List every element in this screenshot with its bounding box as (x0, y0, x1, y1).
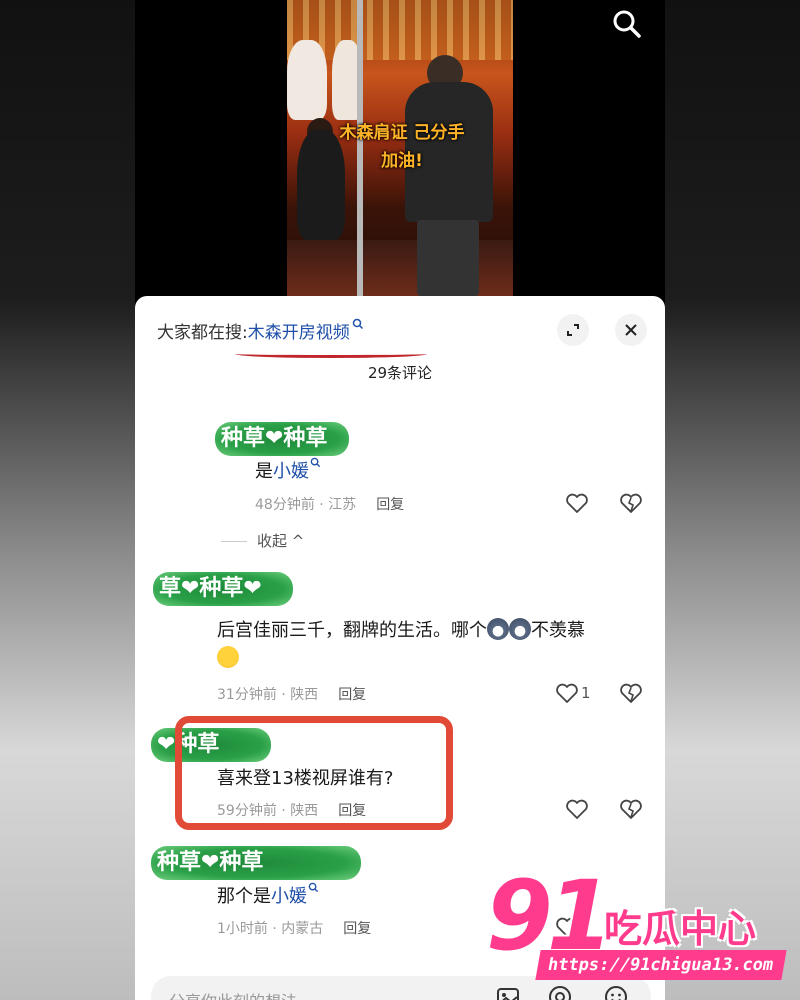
reply-button[interactable]: 回复 (338, 687, 366, 703)
background-left (0, 0, 135, 1000)
comment-location: 内蒙古 (281, 921, 324, 937)
dislike-icon[interactable] (619, 492, 643, 514)
close-icon[interactable] (615, 314, 647, 346)
like-icon[interactable] (565, 798, 589, 820)
nickname-mask: 草❤种草❤ (153, 572, 293, 606)
comment-meta: 31分钟前 · 陕西 回复 (217, 687, 367, 703)
comment-text-link[interactable]: 小媛 (271, 886, 307, 907)
comment-text-body: 后宫佳丽三千，翻牌的生活。哪个 (217, 620, 487, 641)
comment-text-tail: 不羡慕 (531, 620, 585, 641)
laughing-emoji-icon (217, 646, 239, 668)
dislike-icon[interactable] (619, 798, 643, 820)
red-highlight-annotation (175, 716, 453, 830)
comment-text: 后宫佳丽三千，翻牌的生活。哪个 不羡慕 (217, 616, 585, 642)
comment-text-link[interactable]: 小媛 (273, 461, 309, 482)
image-icon[interactable] (495, 984, 521, 1000)
search-mini-icon (308, 882, 319, 893)
comment-text: 是小媛 (255, 457, 321, 483)
trending-search[interactable]: 大家都在搜:木森开房视频 (157, 318, 364, 343)
comment-meta: 1小时前 · 内蒙古 回复 (217, 921, 372, 937)
comment-count: 29条评论 (367, 364, 433, 382)
trending-search-prefix: 大家都在搜: (157, 323, 248, 343)
at-icon[interactable] (547, 984, 573, 1000)
collapse-label: 收起 (257, 532, 288, 550)
search-icon[interactable] (609, 6, 645, 42)
comment-text: 那个是小媛 (217, 882, 319, 908)
reply-button[interactable]: 回复 (343, 921, 371, 937)
husky-emoji-icon (509, 618, 531, 640)
like-icon[interactable] (565, 492, 589, 514)
reply-button[interactable]: 回复 (376, 497, 404, 513)
expand-icon[interactable] (557, 314, 589, 346)
search-mini-icon (350, 318, 364, 343)
comment-time: 1小时前 (217, 921, 268, 937)
video-caption-line2: 加油! (381, 151, 423, 171)
dislike-icon[interactable] (619, 682, 643, 704)
watermark-url: https://91chigua13.com (535, 950, 787, 980)
phone-screen: 木森肩证 己分手 加油! 大家都在搜:木森开房视频 29条评论 种草❤种草 是小… (135, 0, 665, 1000)
video-caption-line1: 木森肩证 己分手 (339, 123, 465, 143)
emoji-icon[interactable] (603, 984, 629, 1000)
comment-input-placeholder: 分享你此刻的想法 (169, 988, 297, 1000)
nickname-mask: 种草❤种草 (151, 846, 361, 880)
comment-location: 陕西 (290, 687, 319, 703)
nickname-mask: 种草❤种草 (215, 422, 349, 456)
site-watermark: 91 吃瓜中心 https://91chigua13.com (486, 868, 787, 986)
husky-emoji-icon (487, 618, 509, 640)
watermark-logo-name: 吃瓜中心 (604, 907, 757, 951)
stage-floor (287, 240, 513, 296)
comment-text-line2 (217, 646, 239, 670)
comment-text-prefix: 那个是 (217, 886, 271, 907)
red-underline-annotation (235, 350, 427, 358)
comment-time: 48分钟前 (255, 497, 315, 513)
trending-search-keyword[interactable]: 木森开房视频 (248, 323, 350, 343)
comment-time: 31分钟前 (217, 687, 277, 703)
video-player[interactable]: 木森肩证 己分手 加油! (287, 0, 513, 296)
like-count: 1 (581, 684, 591, 702)
comment-text-prefix: 是 (255, 461, 273, 482)
like-icon[interactable] (555, 682, 579, 704)
comment-meta: 48分钟前 · 江苏 回复 (255, 497, 405, 513)
man-legs (417, 220, 479, 296)
collapse-replies-button[interactable]: 收起 ^ (221, 530, 304, 551)
search-mini-icon (310, 457, 321, 468)
comment-location: 江苏 (328, 497, 357, 513)
chevron-up-icon: ^ (291, 532, 305, 550)
dancer (287, 40, 327, 120)
background-right (665, 0, 800, 1000)
